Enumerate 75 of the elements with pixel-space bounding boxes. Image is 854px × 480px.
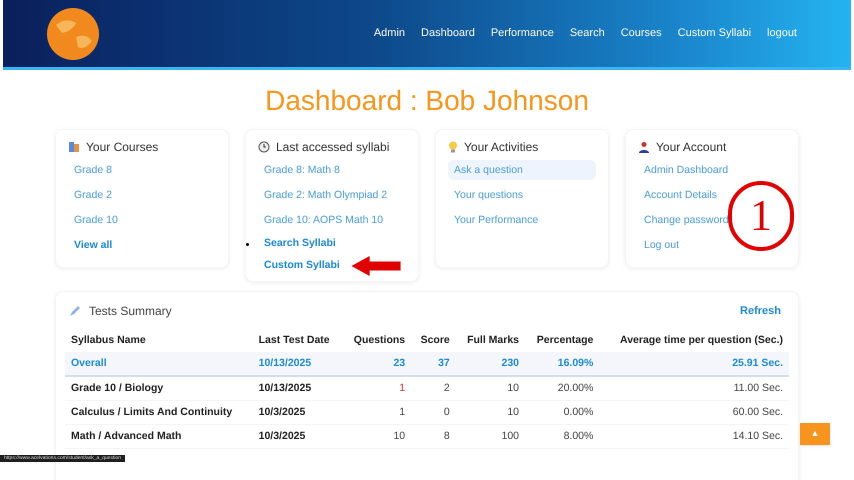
refresh-link[interactable]: Refresh xyxy=(740,302,781,320)
card-link[interactable]: Change password xyxy=(638,210,735,230)
table-cell: 8 xyxy=(411,424,456,448)
table-cell: 1 xyxy=(342,400,412,424)
table-cell: 2 xyxy=(411,376,456,400)
annotation-number: 1 xyxy=(750,194,772,238)
table-cell: 8.00% xyxy=(525,424,600,448)
nav-link[interactable]: logout xyxy=(767,25,797,42)
card-title: Last accessed syllabi xyxy=(276,139,390,156)
page-title: Dashboard : Bob Johnson xyxy=(264,84,590,118)
table-cell: 16.09% xyxy=(525,352,600,376)
table-cell: 20.00% xyxy=(525,376,600,400)
table-cell: 25.91 Sec. xyxy=(599,352,789,376)
card-link[interactable]: Grade 8 xyxy=(68,160,118,180)
globe-logo-icon xyxy=(46,6,100,60)
card-link[interactable]: Ask a question xyxy=(448,160,596,180)
card-link[interactable]: Grade 2: Math Olympiad 2 xyxy=(258,185,394,205)
card-title: Your Account xyxy=(656,139,726,156)
table-cell: 37 xyxy=(411,352,456,376)
table-cell: Math / Advanced Math xyxy=(65,424,253,448)
nav-link[interactable]: Custom Syllabi xyxy=(678,25,752,42)
table-cell: 60.00 Sec. xyxy=(599,400,789,424)
table-cell: Overall xyxy=(65,352,253,376)
table-cell: 10 xyxy=(456,376,526,400)
card-link[interactable]: Your questions xyxy=(448,185,530,205)
card-title: Your Activities xyxy=(464,139,538,156)
user-icon xyxy=(638,141,650,153)
card-title: Your Courses xyxy=(86,139,158,156)
card-link[interactable]: Your Performance xyxy=(448,210,544,230)
clock-icon xyxy=(258,141,270,153)
table-cell: 10 xyxy=(456,400,526,424)
table-cell: 10/13/2025 xyxy=(252,352,343,376)
table-cell: 0.00% xyxy=(525,400,600,424)
syllabi-link[interactable]: Search Syllabi xyxy=(258,236,342,252)
table-cell: 10/3/2025 xyxy=(252,400,343,424)
card-link[interactable]: Grade 2 xyxy=(68,185,118,205)
column-header: Average time per question (Sec.) xyxy=(599,328,789,352)
table-cell: 10/3/2025 xyxy=(252,424,343,448)
card-link[interactable]: Grade 10 xyxy=(68,210,124,230)
table-cell: 23 xyxy=(342,352,412,376)
column-header: Percentage xyxy=(525,328,600,352)
card-link[interactable]: Log out xyxy=(638,235,686,255)
arrow-icon xyxy=(350,256,402,276)
table-cell: 1 xyxy=(342,376,412,400)
table-cell: 100 xyxy=(456,424,526,448)
view-all-link[interactable]: View all xyxy=(68,238,216,252)
pencil-icon xyxy=(69,305,81,317)
column-header: Full Marks xyxy=(456,328,526,352)
table-cell: Grade 10 / Biology xyxy=(65,376,253,400)
nav-link[interactable]: Dashboard xyxy=(421,25,475,42)
lightbulb-icon xyxy=(448,141,458,153)
nav-link[interactable]: Courses xyxy=(620,25,662,42)
card-link[interactable]: Grade 8: Math 8 xyxy=(258,160,346,180)
section-title: Tests Summary xyxy=(89,303,172,320)
table-cell: 230 xyxy=(456,352,526,376)
books-icon xyxy=(68,141,80,153)
card-link[interactable]: Admin Dashboard xyxy=(638,160,734,180)
bullet-icon xyxy=(246,242,249,246)
column-header: Last Test Date xyxy=(252,328,343,352)
card-link[interactable]: Grade 10: AOPS Math 10 xyxy=(258,210,390,230)
syllabi-link[interactable]: Custom Syllabi xyxy=(258,258,346,274)
table-cell: 11.00 Sec. xyxy=(599,376,789,400)
nav-link[interactable]: Admin xyxy=(374,25,406,42)
table-cell: 10 xyxy=(342,424,412,448)
column-header: Score xyxy=(411,328,456,352)
nav-link[interactable]: Search xyxy=(570,25,605,42)
nav-link[interactable]: Performance xyxy=(490,25,554,42)
table-cell: Calculus / Limits And Continuity xyxy=(65,400,253,424)
table-cell: 10/13/2025 xyxy=(252,376,343,400)
column-header: Syllabus Name xyxy=(65,328,253,352)
column-header: Questions xyxy=(342,328,412,352)
scroll-top-button[interactable]: ▲ xyxy=(800,423,830,445)
table-cell: 0 xyxy=(411,400,456,424)
table-cell: 14.10 Sec. xyxy=(599,424,789,448)
card-link[interactable]: Account Details xyxy=(638,185,723,205)
